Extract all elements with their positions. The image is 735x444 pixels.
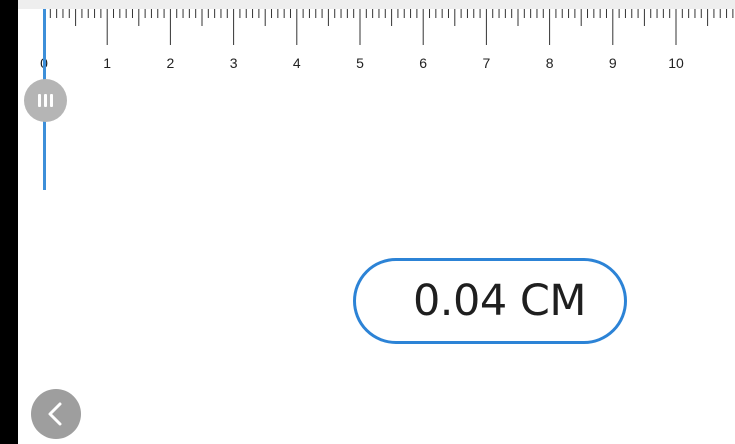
ruler: 012345678910: [0, 0, 735, 80]
ruler-tick-label: 8: [545, 55, 554, 71]
chevron-left-icon: [48, 402, 62, 426]
ruler-tick-label: 2: [166, 55, 175, 71]
ruler-tick-label: 7: [482, 55, 491, 71]
measurement-readout: 0.04 CM: [353, 258, 627, 344]
measurement-value: 0.04 CM: [412, 276, 587, 326]
ruler-tick-label: 9: [608, 55, 617, 71]
drag-grip-icon[interactable]: [24, 79, 67, 122]
grip-bar: [38, 94, 41, 107]
ruler-tick-label: 3: [229, 55, 238, 71]
grip-bar: [50, 94, 53, 107]
ruler-tick-label: 4: [292, 55, 301, 71]
ruler-app-screen: 012345678910 0.04 CM: [0, 0, 735, 444]
ruler-tick-label: 1: [103, 55, 112, 71]
screen-edge: [0, 0, 18, 444]
back-button[interactable]: [31, 389, 81, 439]
ruler-tick-label: 5: [356, 55, 364, 71]
ruler-tick-label: 10: [668, 55, 684, 71]
grip-bar: [44, 94, 47, 107]
ruler-tick-label: 6: [419, 55, 428, 71]
